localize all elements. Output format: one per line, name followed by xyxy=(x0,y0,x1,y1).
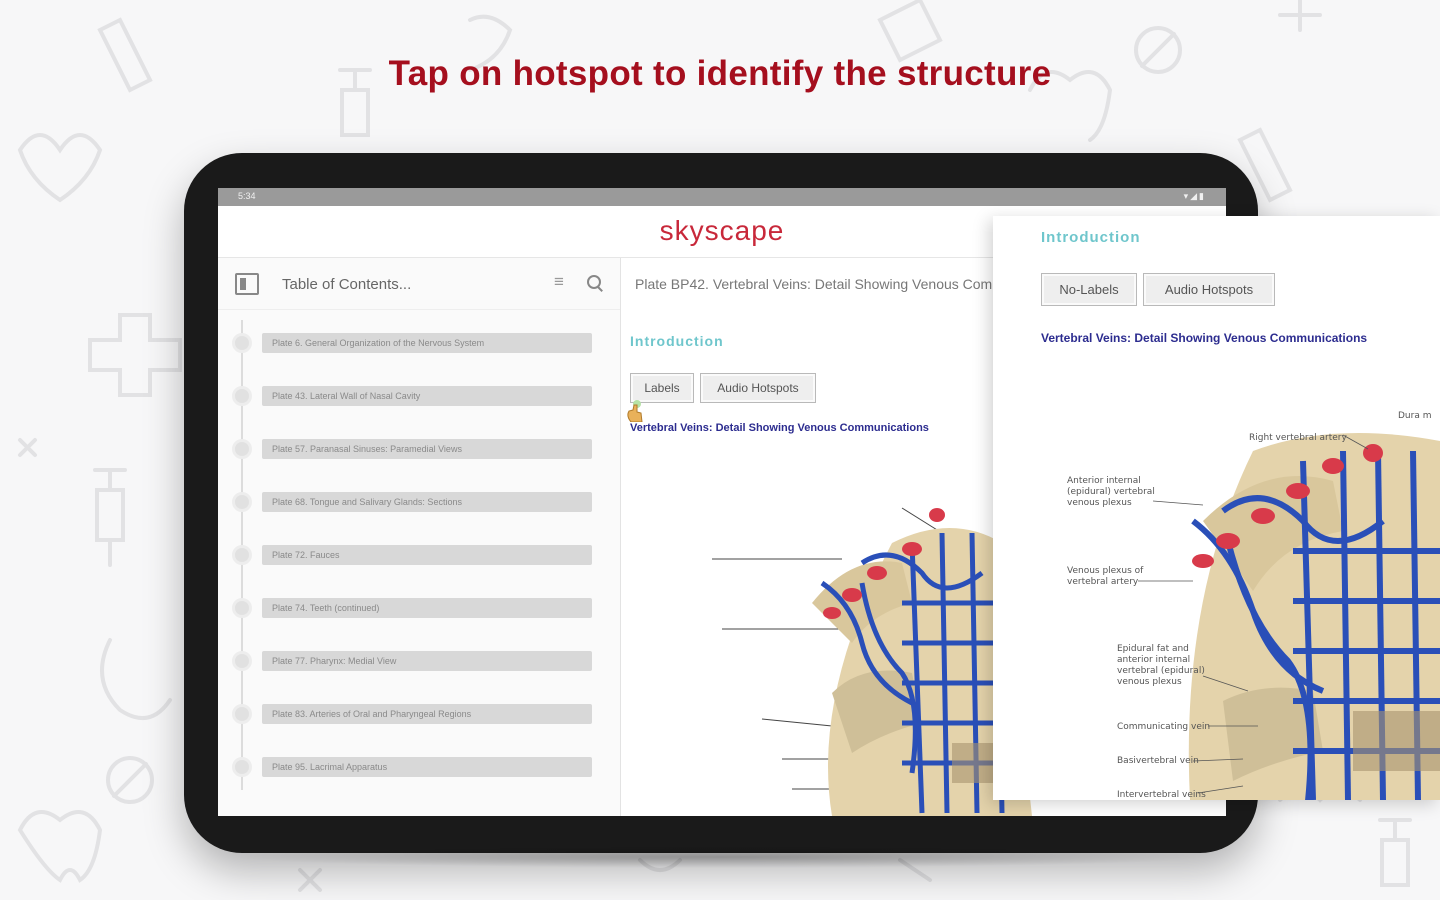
label-right-vertebral-artery: Right vertebral artery xyxy=(1249,433,1347,443)
status-bar: 5:34 ▾◢▮ xyxy=(218,188,1226,206)
no-labels-button[interactable]: No-Labels xyxy=(1041,273,1137,306)
timeline-dot xyxy=(232,757,252,777)
figure-title: Vertebral Veins: Detail Showing Venous C… xyxy=(630,422,929,434)
toc-item[interactable]: Plate 68. Tongue and Salivary Glands: Se… xyxy=(218,487,621,517)
label-epidural-fat-1: Epidural fat and xyxy=(1117,644,1189,654)
label-intervertebral-veins: Intervertebral veins xyxy=(1117,790,1206,800)
headline: Tap on hotspot to identify the structure xyxy=(388,54,1052,93)
toc-list: Plate 6. General Organization of the Ner… xyxy=(218,310,621,816)
label-dura: Dura m xyxy=(1398,411,1431,421)
label-anterior-internal-3: venous plexus xyxy=(1067,498,1132,508)
timeline-dot xyxy=(232,439,252,459)
label-epidural-fat-2: anterior internal xyxy=(1117,655,1190,665)
filter-icon[interactable]: ≡ xyxy=(548,272,570,294)
timeline-dot xyxy=(232,545,252,565)
status-icons: ▾◢▮ xyxy=(1183,191,1206,201)
overlay-figure-title: Vertebral Veins: Detail Showing Venous C… xyxy=(1041,331,1368,345)
timeline-dot xyxy=(232,492,252,512)
stethoscope-doodle xyxy=(100,638,172,720)
toc-item[interactable]: Plate 95. Lacrimal Apparatus xyxy=(218,752,621,782)
toc-item[interactable]: Plate 6. General Organization of the Ner… xyxy=(218,328,621,358)
toc-panel: Table of Contents... ≡ Plate 6. General … xyxy=(218,258,621,816)
audio-hotspots-button[interactable]: Audio Hotspots xyxy=(700,373,816,403)
toc-item-label[interactable]: Plate 95. Lacrimal Apparatus xyxy=(262,757,592,777)
zoomed-detail-panel: Introduction No-Labels Audio Hotspots Ve… xyxy=(993,216,1440,800)
toc-item-label[interactable]: Plate 72. Fauces xyxy=(262,545,592,565)
status-time: 5:34 xyxy=(238,191,256,201)
search-icon[interactable] xyxy=(584,272,606,294)
overlay-audio-hotspots-button[interactable]: Audio Hotspots xyxy=(1143,273,1275,306)
timeline-dot xyxy=(232,386,252,406)
label-epidural-fat-4: venous plexus xyxy=(1117,677,1182,687)
labeled-vertebral-veins-illustration[interactable]: Right vertebral artery Dura m Anterior i… xyxy=(1053,401,1440,800)
introduction-link[interactable]: Introduction xyxy=(630,333,724,349)
timeline-dot xyxy=(232,598,252,618)
labels-button[interactable]: Labels xyxy=(630,373,694,403)
toc-item[interactable]: Plate 74. Teeth (continued) xyxy=(218,593,621,623)
toc-item-label[interactable]: Plate 57. Paranasal Sinuses: Paramedial … xyxy=(262,439,592,459)
overlay-introduction-link[interactable]: Introduction xyxy=(1041,229,1140,246)
toc-item[interactable]: Plate 57. Paranasal Sinuses: Paramedial … xyxy=(218,434,621,464)
toc-item[interactable]: Plate 77. Pharynx: Medial View xyxy=(218,646,621,676)
plus-doodle xyxy=(88,313,182,397)
label-epidural-fat-3: vertebral (epidural) xyxy=(1117,666,1205,676)
skyscape-logo: skyscape xyxy=(659,215,785,246)
label-communicating-vein: Communicating vein xyxy=(1117,722,1210,732)
timeline-dot xyxy=(232,333,252,353)
timeline-dot xyxy=(232,704,252,724)
toc-item-label[interactable]: Plate 83. Arteries of Oral and Pharyngea… xyxy=(262,704,592,724)
label-basivertebral-vein: Basivertebral vein xyxy=(1117,756,1199,766)
toc-item-label[interactable]: Plate 43. Lateral Wall of Nasal Cavity xyxy=(262,386,592,406)
toc-item-label[interactable]: Plate 6. General Organization of the Ner… xyxy=(262,333,592,353)
toc-item[interactable]: Plate 43. Lateral Wall of Nasal Cavity xyxy=(218,381,621,411)
syringe-doodle xyxy=(93,468,127,567)
label-anterior-internal-2: (epidural) vertebral xyxy=(1067,487,1155,497)
label-venous-plexus-2: vertebral artery xyxy=(1067,577,1139,587)
timeline-dot xyxy=(232,651,252,671)
toc-item-label[interactable]: Plate 74. Teeth (continued) xyxy=(262,598,592,618)
toc-item-label[interactable]: Plate 77. Pharynx: Medial View xyxy=(262,651,592,671)
toc-item[interactable]: Plate 72. Fauces xyxy=(218,540,621,570)
label-venous-plexus-1: Venous plexus of xyxy=(1067,566,1144,576)
toc-item-label[interactable]: Plate 68. Tongue and Salivary Glands: Se… xyxy=(262,492,592,512)
toc-item[interactable]: Plate 83. Arteries of Oral and Pharyngea… xyxy=(218,699,621,729)
tablet-shadow xyxy=(230,846,1210,868)
label-anterior-internal-1: Anterior internal xyxy=(1067,476,1141,486)
tap-hand-icon xyxy=(627,400,643,422)
toc-title[interactable]: Table of Contents... xyxy=(282,276,411,293)
toc-header: Table of Contents... ≡ xyxy=(218,258,620,310)
sidebar-toggle-icon[interactable] xyxy=(235,273,259,295)
heart-doodle xyxy=(17,133,103,203)
tooth-doodle xyxy=(17,810,103,883)
